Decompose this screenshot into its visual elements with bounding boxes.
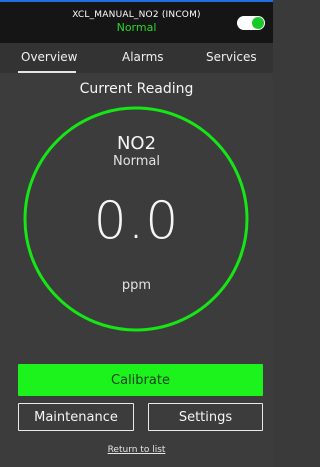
app-header: XCL_MANUAL_NO2 (INCOM) Normal	[0, 2, 273, 43]
device-name: XCL_MANUAL_NO2 (INCOM)	[72, 10, 201, 20]
device-status: Normal	[116, 21, 157, 34]
maintenance-button[interactable]: Maintenance	[18, 403, 134, 431]
reading-value: 0.0	[93, 191, 180, 251]
device-toggle[interactable]	[237, 16, 265, 30]
tab-alarms[interactable]: Alarms	[122, 50, 164, 64]
toggle-knob	[252, 17, 264, 29]
overview-panel: Current Reading NO2 Normal 0.0 ppm Calib…	[0, 73, 273, 467]
calibrate-button[interactable]: Calibrate	[18, 364, 263, 396]
tab-services[interactable]: Services	[206, 50, 257, 64]
gas-name: NO2	[116, 133, 157, 154]
settings-button[interactable]: Settings	[148, 403, 263, 431]
gas-status: Normal	[112, 154, 161, 169]
section-title: Current Reading	[79, 81, 194, 97]
reading-unit: ppm	[121, 278, 152, 293]
return-to-list-link[interactable]: Return to list	[0, 445, 273, 455]
tab-bar: Overview Alarms Services	[0, 43, 273, 73]
tab-overview[interactable]: Overview	[21, 50, 78, 64]
